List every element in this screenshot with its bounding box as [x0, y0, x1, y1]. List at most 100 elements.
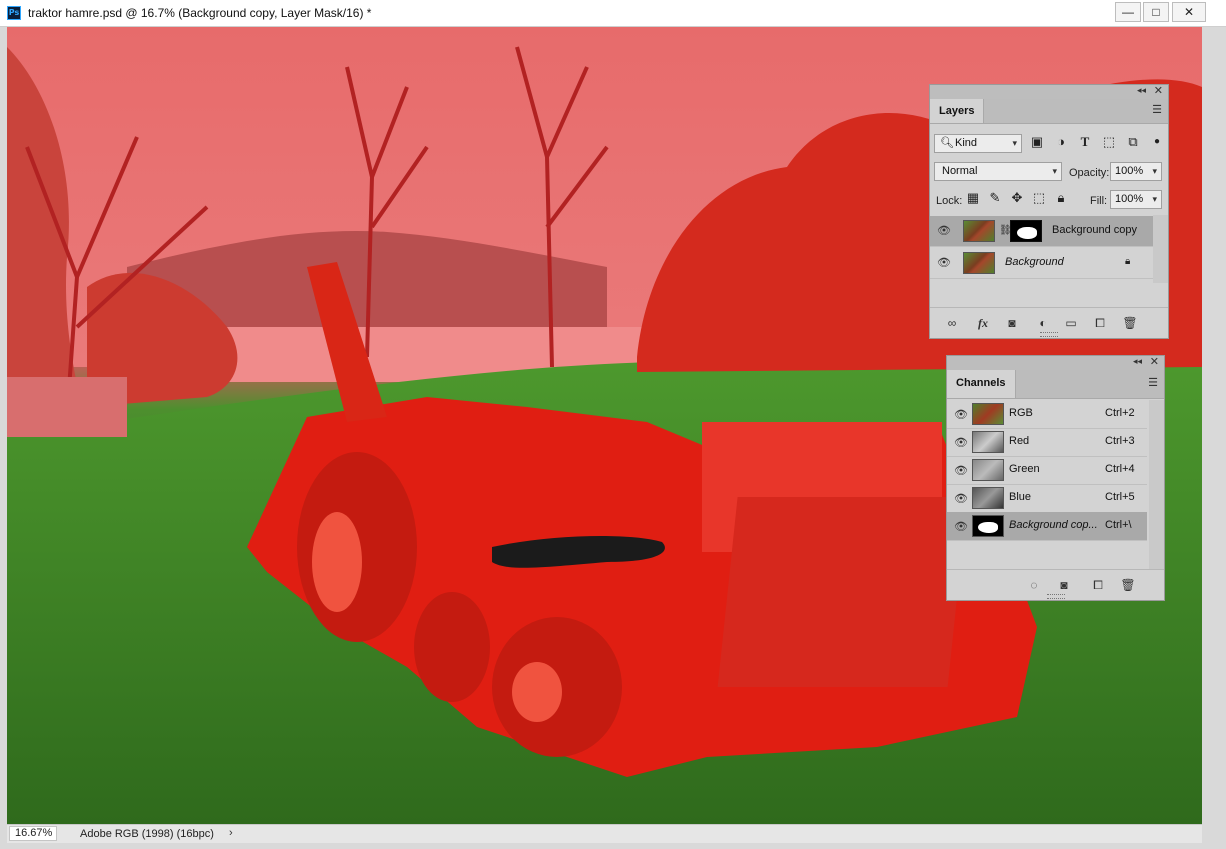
tab-layers[interactable]: Layers [930, 99, 985, 123]
close-panel-icon[interactable]: ✕ [1150, 355, 1159, 368]
search-icon: 🔍︎ [940, 137, 954, 149]
filter-toggle-icon[interactable]: ● [1148, 134, 1166, 150]
channel-row-rgb[interactable]: 👁︎ RGB Ctrl+2 [947, 400, 1147, 429]
type-filter-icon[interactable]: T [1076, 134, 1094, 150]
channel-name: Blue [1009, 491, 1032, 503]
chevron-down-icon: ▾ [1152, 166, 1157, 176]
panel-header: ◂◂ ✕ [947, 356, 1164, 370]
layers-panel-footer: ∞ fx ◙ ◐ ▭ ⧠ 🗑︎ [930, 307, 1168, 338]
opacity-value: 100% [1115, 165, 1144, 177]
fill-field[interactable]: 100% ▾ [1110, 190, 1162, 209]
pixel-filter-icon[interactable]: ▣ [1028, 134, 1046, 150]
photoshop-app-icon: Ps [7, 6, 21, 20]
tab-channels[interactable]: Channels [947, 370, 1016, 398]
blend-row: Normal ▾ Opacity: 100% ▾ [930, 159, 1168, 185]
fill-value: 100% [1115, 193, 1144, 205]
panel-header: ◂◂ ✕ [930, 85, 1168, 99]
opacity-label: Opacity: [1069, 167, 1110, 179]
zoom-field[interactable]: 16.67% [9, 826, 57, 841]
shape-filter-icon[interactable]: ⬚ [1100, 134, 1118, 150]
layer-list: 👁︎ ⛓︎ Background copy 👁︎ Background 🔒︎ [930, 215, 1168, 283]
channel-list: 👁︎ RGB Ctrl+2 👁︎ Red Ctrl+3 👁︎ Green Ctr… [947, 400, 1164, 570]
layer-name: Background copy [1052, 224, 1137, 236]
visibility-eye-icon[interactable]: 👁︎ [954, 437, 968, 449]
channel-shortcut: Ctrl+\ [1105, 519, 1132, 531]
layer-thumbnail [963, 220, 995, 242]
lock-transparency-icon[interactable]: ▦ [964, 190, 982, 206]
fill-label: Fill: [1090, 195, 1108, 207]
channel-thumbnail [972, 403, 1004, 425]
close-button[interactable]: ✕ [1172, 2, 1206, 22]
visibility-eye-icon[interactable]: 👁︎ [954, 465, 968, 477]
channel-shortcut: Ctrl+4 [1105, 463, 1135, 475]
visibility-eye-icon[interactable]: 👁︎ [954, 409, 968, 421]
channel-name: Red [1009, 435, 1030, 447]
maximize-button[interactable]: □ [1143, 2, 1169, 22]
channel-shortcut: Ctrl+5 [1105, 491, 1135, 503]
channel-row-red[interactable]: 👁︎ Red Ctrl+3 [947, 428, 1147, 457]
lock-position-icon[interactable]: ✥ [1008, 190, 1026, 206]
chevron-down-icon: ▾ [1052, 166, 1057, 176]
status-menu-arrow-icon[interactable]: › [229, 827, 233, 839]
channel-thumbnail [972, 431, 1004, 453]
channel-thumbnail [972, 459, 1004, 481]
layers-panel: ◂◂ ✕ Layers ☰ 🔍︎ Kind ▾ ▣ ◑ T ⬚ ⧉ ● Norm… [929, 84, 1169, 339]
channel-shortcut: Ctrl+3 [1105, 435, 1135, 447]
document-title: traktor hamre.psd @ 16.7% (Background co… [28, 6, 372, 20]
channel-shortcut: Ctrl+2 [1105, 407, 1135, 419]
panel-menu-icon[interactable]: ☰ [1152, 105, 1162, 116]
fx-icon[interactable]: fx [974, 316, 992, 330]
collapse-panel-icon[interactable]: ◂◂ [1133, 356, 1142, 367]
save-selection-icon[interactable]: ◙ [1055, 578, 1073, 592]
layer-list-scrollbar[interactable] [1153, 215, 1168, 283]
chevron-down-icon: ▾ [1152, 194, 1157, 204]
trash-icon[interactable]: 🗑︎ [1121, 316, 1139, 330]
chevron-down-icon: ▾ [1012, 138, 1017, 148]
layer-mask-thumbnail[interactable] [1010, 220, 1042, 242]
channels-tab-row: Channels ☰ [947, 370, 1164, 399]
layer-row-background-copy[interactable]: 👁︎ ⛓︎ Background copy [930, 216, 1153, 247]
smart-object-filter-icon[interactable]: ⧉ [1124, 134, 1142, 150]
channel-row-layer-mask[interactable]: 👁︎ Background cop... Ctrl+\ [947, 512, 1147, 541]
layer-filter-row: 🔍︎ Kind ▾ ▣ ◑ T ⬚ ⧉ ● [930, 131, 1168, 157]
mask-channel-thumbnail [972, 515, 1004, 537]
visibility-eye-icon[interactable]: 👁︎ [937, 257, 951, 269]
layer-row-background[interactable]: 👁︎ Background 🔒︎ [930, 248, 1153, 279]
close-panel-icon[interactable]: ✕ [1154, 84, 1163, 97]
lock-artboard-icon[interactable]: ⬚ [1030, 190, 1048, 206]
channels-panel: ◂◂ ✕ Channels ☰ 👁︎ RGB Ctrl+2 👁︎ Red Ctr… [946, 355, 1165, 601]
blend-mode-value: Normal [942, 165, 978, 177]
channel-list-scrollbar[interactable] [1149, 400, 1164, 570]
new-group-folder-icon[interactable]: ▭ [1062, 316, 1080, 330]
collapse-panel-icon[interactable]: ◂◂ [1137, 85, 1146, 96]
load-selection-icon[interactable]: ◌ [1025, 578, 1043, 592]
panel-menu-icon[interactable]: ☰ [1148, 378, 1158, 389]
channel-thumbnail [972, 487, 1004, 509]
channel-row-blue[interactable]: 👁︎ Blue Ctrl+5 [947, 484, 1147, 513]
lock-all-icon[interactable]: 🔒︎ [1052, 190, 1070, 206]
panel-resize-grip[interactable] [1040, 332, 1058, 337]
lock-image-pixels-icon[interactable]: ✎ [986, 190, 1004, 206]
opacity-field[interactable]: 100% ▾ [1110, 162, 1162, 181]
channel-name: Background cop... [1009, 519, 1098, 531]
minimize-button[interactable]: — [1115, 2, 1141, 22]
adjustment-layer-icon[interactable]: ◐ [1034, 316, 1052, 330]
visibility-eye-icon[interactable]: 👁︎ [954, 521, 968, 533]
link-layers-icon[interactable]: ∞ [943, 316, 961, 330]
layer-lock-icon: 🔒︎ [1125, 256, 1131, 267]
channel-row-green[interactable]: 👁︎ Green Ctrl+4 [947, 456, 1147, 485]
blend-mode-dropdown[interactable]: Normal ▾ [934, 162, 1062, 181]
trash-icon[interactable]: 🗑︎ [1119, 578, 1137, 592]
adjustment-filter-icon[interactable]: ◑ [1052, 134, 1070, 150]
layer-name: Background [1005, 256, 1064, 268]
visibility-eye-icon[interactable]: 👁︎ [954, 493, 968, 505]
lock-row: Lock: ▦ ✎ ✥ ⬚ 🔒︎ Fill: 100% ▾ [930, 187, 1168, 213]
filter-kind-dropdown[interactable]: 🔍︎ Kind ▾ [934, 134, 1022, 153]
layers-tab-row: Layers ☰ [930, 99, 1168, 124]
visibility-eye-icon[interactable]: 👁︎ [937, 225, 951, 237]
panel-resize-grip[interactable] [1046, 594, 1065, 599]
new-channel-icon[interactable]: ⧠ [1089, 578, 1107, 592]
new-layer-icon[interactable]: ⧠ [1091, 316, 1109, 330]
add-mask-icon[interactable]: ◙ [1003, 316, 1021, 330]
status-bar: 16.67% Adobe RGB (1998) (16bpc) › [7, 824, 1202, 843]
